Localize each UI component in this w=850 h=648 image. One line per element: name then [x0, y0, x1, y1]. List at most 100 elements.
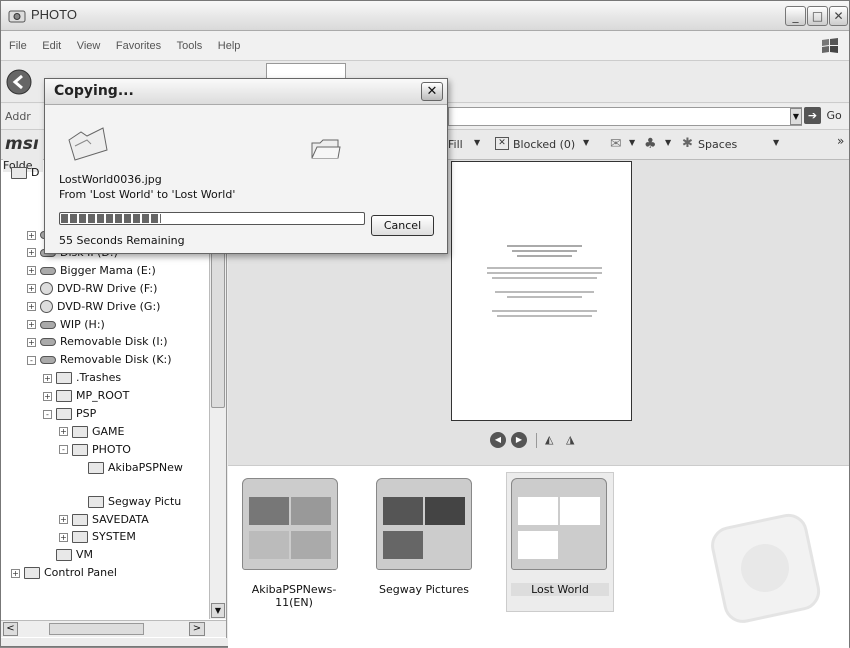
folder-icon — [56, 390, 72, 403]
thumb-photo — [291, 531, 331, 559]
tree-item[interactable]: Segway Pictu — [75, 495, 181, 512]
expand-icon[interactable]: + — [27, 337, 36, 347]
tree-item[interactable]: + MP_ROOT — [43, 389, 129, 406]
tree-item[interactable]: + WIP (H:) — [27, 318, 105, 335]
expand-icon[interactable]: + — [59, 532, 68, 542]
collapse-icon[interactable]: - — [27, 355, 36, 365]
menu-view[interactable]: View — [71, 31, 107, 61]
buddy-dropdown-icon[interactable]: ▼ — [665, 138, 671, 147]
go-label: Go — [826, 109, 842, 122]
windows-watermark-icon — [711, 513, 821, 623]
buddy-icon[interactable]: ♣ — [644, 136, 657, 152]
folder-thumbnail-segway[interactable] — [376, 478, 472, 570]
folder-thumbnail-lost-world[interactable] — [511, 478, 607, 570]
rotate-clockwise-icon[interactable]: ◭ — [545, 433, 553, 446]
expand-icon[interactable]: + — [27, 266, 36, 276]
expand-icon[interactable]: + — [59, 515, 68, 524]
tree-item[interactable]: + GAME — [59, 425, 125, 442]
folder-icon — [56, 408, 72, 420]
menu-help[interactable]: Help — [212, 31, 247, 61]
h-scroll-thumb[interactable] — [49, 623, 144, 635]
dialog-close-button[interactable]: ✕ — [421, 82, 443, 101]
tree-horizontal-scrollbar[interactable]: < > — [1, 620, 226, 637]
thumb-photo — [249, 531, 289, 559]
tree-item[interactable]: + SAVEDATA — [59, 513, 149, 530]
tree-item-label: AkibaPSPNew — [108, 460, 183, 474]
maximize-button[interactable]: □ — [807, 6, 828, 26]
menu-favorites[interactable]: Favorites — [110, 31, 167, 61]
tree-item[interactable]: - Removable Disk (K:) — [27, 353, 172, 370]
expand-icon[interactable]: + — [27, 302, 36, 312]
title-bar[interactable]: PHOTO _ □ ✕ — [1, 1, 849, 31]
menu-bar: File Edit View Favorites Tools Help — [1, 31, 849, 61]
minimize-button[interactable]: _ — [785, 6, 806, 26]
blocked-icon: ✕ — [495, 137, 509, 150]
folder-thumbnail-akiba[interactable] — [242, 478, 338, 570]
tree-item[interactable]: D — [11, 166, 39, 183]
scroll-right-button[interactable]: > — [189, 622, 205, 636]
document-preview[interactable] — [451, 161, 632, 421]
tree-item[interactable]: AkibaPSPNew — [75, 461, 183, 478]
tree-item[interactable]: - PSP — [43, 407, 96, 424]
toolbar-overflow-button[interactable]: » — [837, 134, 844, 148]
expand-icon[interactable]: + — [43, 373, 52, 383]
mail-icon[interactable]: ✉ — [610, 136, 622, 152]
address-dropdown-button[interactable]: ▼ — [790, 108, 802, 125]
mail-dropdown-icon[interactable]: ▼ — [629, 138, 635, 147]
tree-item[interactable]: + .Trashes — [43, 371, 121, 388]
toolbar-blank-field[interactable] — [266, 63, 346, 79]
spaces-button[interactable]: Spaces — [698, 138, 737, 151]
thumb-photo — [249, 497, 289, 525]
fill-button[interactable]: Fill — [448, 138, 463, 151]
expand-icon[interactable]: + — [43, 391, 52, 401]
thumb-page — [560, 497, 600, 525]
blocked-button[interactable]: Blocked (0) — [513, 138, 575, 151]
expand-icon[interactable]: + — [59, 427, 68, 437]
blocked-dropdown-icon[interactable]: ▼ — [583, 138, 589, 147]
folder-label-segway[interactable]: Segway Pictures — [368, 583, 480, 596]
menu-file[interactable]: File — [3, 31, 33, 61]
next-image-icon[interactable]: ▶ — [511, 432, 527, 448]
thumb-page — [518, 497, 558, 525]
expand-icon[interactable]: + — [27, 284, 36, 294]
folder-label-akiba[interactable]: AkibaPSPNews-11(EN) — [234, 583, 354, 609]
menu-edit[interactable]: Edit — [36, 31, 67, 61]
tree-item[interactable]: - PHOTO — [59, 443, 131, 460]
back-icon[interactable] — [5, 68, 33, 96]
tree-scroll-down-button[interactable]: ▼ — [211, 603, 225, 618]
tree-item[interactable]: VM — [43, 548, 93, 565]
tree-item[interactable]: + Control Panel — [11, 566, 117, 583]
previous-image-icon[interactable]: ◀ — [490, 432, 506, 448]
collapse-icon[interactable]: - — [43, 409, 52, 419]
fill-dropdown-icon[interactable]: ▼ — [474, 138, 480, 147]
flying-folder-icon — [68, 127, 108, 161]
tree-item[interactable]: + DVD-RW Drive (F:) — [27, 282, 157, 299]
folder-label-lost-world[interactable]: Lost World — [511, 583, 609, 596]
cancel-button[interactable]: Cancel — [371, 215, 434, 236]
expand-icon[interactable]: + — [27, 320, 36, 329]
collapse-icon[interactable]: - — [59, 445, 68, 455]
expand-icon[interactable]: + — [27, 230, 36, 240]
address-label: Addr — [5, 110, 31, 123]
expand-icon[interactable]: + — [11, 568, 20, 578]
scroll-left-button[interactable]: < — [3, 622, 18, 636]
destination-folder-icon — [311, 139, 341, 159]
rotate-counterclockwise-icon[interactable]: ◮ — [566, 433, 574, 446]
expand-icon[interactable]: + — [27, 248, 36, 258]
folder-icon — [72, 513, 88, 526]
tree-item[interactable]: + Removable Disk (I:) — [27, 335, 168, 352]
dialog-title-bar[interactable]: Copying... ✕ — [45, 79, 447, 105]
address-input[interactable] — [448, 107, 802, 126]
tree-item-label: DVD-RW Drive (F:) — [57, 281, 158, 295]
menu-tools[interactable]: Tools — [171, 31, 209, 61]
tree-item[interactable]: + SYSTEM — [59, 530, 136, 547]
preview-controls: ◀ ▶ ◭ ◮ — [490, 432, 610, 450]
folder-icon — [56, 372, 72, 385]
close-button[interactable]: ✕ — [829, 6, 848, 26]
tree-item-label: MP_ROOT — [76, 389, 130, 403]
tree-item[interactable]: + Bigger Mama (E:) — [27, 264, 156, 281]
spaces-dropdown-icon[interactable]: ▼ — [773, 138, 779, 147]
go-button[interactable]: ➔ Go — [804, 107, 848, 126]
copy-progress-fill — [61, 214, 161, 223]
tree-item[interactable]: + DVD-RW Drive (G:) — [27, 300, 160, 317]
